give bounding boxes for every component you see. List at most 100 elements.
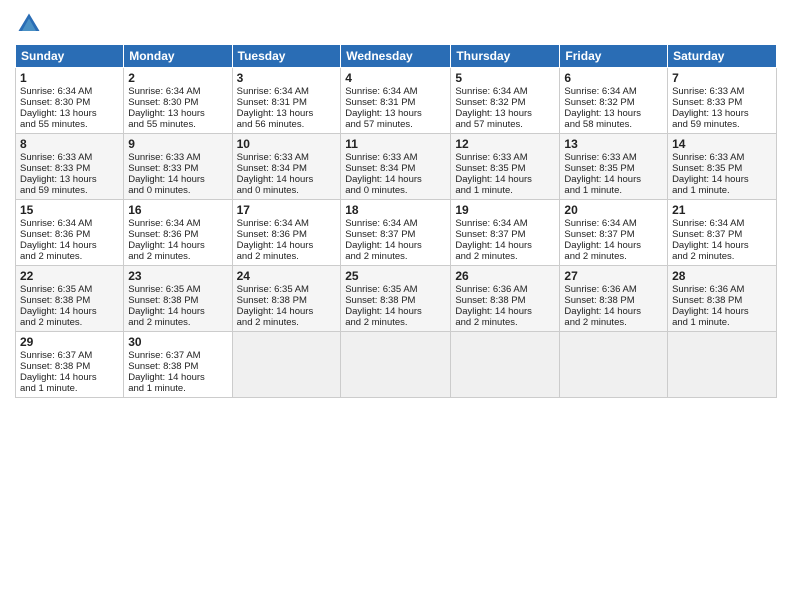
day-info-line: Sunrise: 6:34 AM <box>237 86 337 97</box>
day-info-line: Sunrise: 6:33 AM <box>564 152 663 163</box>
day-info-line: and 2 minutes. <box>672 251 772 262</box>
day-info-line: Sunset: 8:37 PM <box>345 229 446 240</box>
calendar-cell: 14Sunrise: 6:33 AMSunset: 8:35 PMDayligh… <box>668 134 777 200</box>
day-number: 24 <box>237 269 337 283</box>
calendar-cell: 16Sunrise: 6:34 AMSunset: 8:36 PMDayligh… <box>124 200 232 266</box>
day-info-line: Daylight: 13 hours <box>20 108 119 119</box>
week-row-2: 8Sunrise: 6:33 AMSunset: 8:33 PMDaylight… <box>16 134 777 200</box>
day-info-line: and 2 minutes. <box>237 251 337 262</box>
day-info-line: and 1 minute. <box>564 185 663 196</box>
calendar-cell: 10Sunrise: 6:33 AMSunset: 8:34 PMDayligh… <box>232 134 341 200</box>
day-number: 10 <box>237 137 337 151</box>
calendar: SundayMondayTuesdayWednesdayThursdayFrid… <box>15 44 777 398</box>
day-info-line: Sunrise: 6:36 AM <box>564 284 663 295</box>
day-info-line: Daylight: 14 hours <box>564 240 663 251</box>
weekday-header-monday: Monday <box>124 45 232 68</box>
day-info-line: Daylight: 14 hours <box>237 306 337 317</box>
day-info-line: and 2 minutes. <box>345 251 446 262</box>
day-info-line: Sunrise: 6:33 AM <box>128 152 227 163</box>
day-info-line: Sunrise: 6:35 AM <box>237 284 337 295</box>
day-info-line: and 0 minutes. <box>128 185 227 196</box>
calendar-cell: 2Sunrise: 6:34 AMSunset: 8:30 PMDaylight… <box>124 68 232 134</box>
day-info-line: and 2 minutes. <box>20 317 119 328</box>
day-number: 3 <box>237 71 337 85</box>
day-number: 7 <box>672 71 772 85</box>
weekday-header-wednesday: Wednesday <box>341 45 451 68</box>
day-info-line: Sunrise: 6:33 AM <box>455 152 555 163</box>
calendar-cell: 24Sunrise: 6:35 AMSunset: 8:38 PMDayligh… <box>232 266 341 332</box>
day-info-line: Sunset: 8:38 PM <box>20 295 119 306</box>
day-info-line: and 2 minutes. <box>128 251 227 262</box>
day-info-line: Sunset: 8:34 PM <box>237 163 337 174</box>
calendar-cell: 21Sunrise: 6:34 AMSunset: 8:37 PMDayligh… <box>668 200 777 266</box>
day-info-line: Sunset: 8:38 PM <box>564 295 663 306</box>
day-info-line: Sunset: 8:33 PM <box>672 97 772 108</box>
day-info-line: Daylight: 14 hours <box>128 240 227 251</box>
week-row-5: 29Sunrise: 6:37 AMSunset: 8:38 PMDayligh… <box>16 332 777 398</box>
day-info-line: Sunset: 8:32 PM <box>455 97 555 108</box>
calendar-cell: 4Sunrise: 6:34 AMSunset: 8:31 PMDaylight… <box>341 68 451 134</box>
day-number: 2 <box>128 71 227 85</box>
day-info-line: Sunset: 8:36 PM <box>20 229 119 240</box>
day-info-line: Sunrise: 6:34 AM <box>345 218 446 229</box>
calendar-cell: 11Sunrise: 6:33 AMSunset: 8:34 PMDayligh… <box>341 134 451 200</box>
day-info-line: Daylight: 13 hours <box>237 108 337 119</box>
day-info-line: Sunrise: 6:34 AM <box>237 218 337 229</box>
day-info-line: and 57 minutes. <box>455 119 555 130</box>
day-number: 26 <box>455 269 555 283</box>
day-info-line: Daylight: 13 hours <box>564 108 663 119</box>
day-info-line: Sunset: 8:32 PM <box>564 97 663 108</box>
day-info-line: Daylight: 14 hours <box>455 240 555 251</box>
calendar-cell: 28Sunrise: 6:36 AMSunset: 8:38 PMDayligh… <box>668 266 777 332</box>
day-info-line: Sunset: 8:35 PM <box>672 163 772 174</box>
day-info-line: and 56 minutes. <box>237 119 337 130</box>
weekday-header-sunday: Sunday <box>16 45 124 68</box>
day-info-line: Daylight: 14 hours <box>564 174 663 185</box>
logo <box>15 10 45 38</box>
day-info-line: and 2 minutes. <box>564 251 663 262</box>
day-info-line: Sunset: 8:37 PM <box>672 229 772 240</box>
day-number: 22 <box>20 269 119 283</box>
day-info-line: and 1 minute. <box>20 383 119 394</box>
day-info-line: Daylight: 13 hours <box>345 108 446 119</box>
calendar-cell: 30Sunrise: 6:37 AMSunset: 8:38 PMDayligh… <box>124 332 232 398</box>
day-info-line: Daylight: 14 hours <box>345 174 446 185</box>
day-info-line: and 58 minutes. <box>564 119 663 130</box>
calendar-cell: 15Sunrise: 6:34 AMSunset: 8:36 PMDayligh… <box>16 200 124 266</box>
calendar-cell: 3Sunrise: 6:34 AMSunset: 8:31 PMDaylight… <box>232 68 341 134</box>
day-info-line: Sunrise: 6:35 AM <box>20 284 119 295</box>
calendar-cell: 6Sunrise: 6:34 AMSunset: 8:32 PMDaylight… <box>560 68 668 134</box>
day-info-line: Sunrise: 6:33 AM <box>672 152 772 163</box>
calendar-cell: 22Sunrise: 6:35 AMSunset: 8:38 PMDayligh… <box>16 266 124 332</box>
logo-icon <box>15 10 43 38</box>
day-info-line: Sunset: 8:38 PM <box>20 361 119 372</box>
day-info-line: Sunset: 8:38 PM <box>345 295 446 306</box>
day-number: 28 <box>672 269 772 283</box>
calendar-cell: 19Sunrise: 6:34 AMSunset: 8:37 PMDayligh… <box>451 200 560 266</box>
day-number: 30 <box>128 335 227 349</box>
day-info-line: Daylight: 14 hours <box>128 372 227 383</box>
day-info-line: Daylight: 14 hours <box>20 240 119 251</box>
day-number: 12 <box>455 137 555 151</box>
day-info-line: Sunrise: 6:34 AM <box>20 218 119 229</box>
day-info-line: and 2 minutes. <box>20 251 119 262</box>
weekday-header-friday: Friday <box>560 45 668 68</box>
day-info-line: Sunset: 8:34 PM <box>345 163 446 174</box>
day-info-line: and 2 minutes. <box>237 317 337 328</box>
day-info-line: Sunset: 8:36 PM <box>237 229 337 240</box>
day-info-line: Sunrise: 6:34 AM <box>564 86 663 97</box>
day-info-line: Daylight: 14 hours <box>345 240 446 251</box>
day-info-line: Sunrise: 6:34 AM <box>455 86 555 97</box>
day-info-line: and 2 minutes. <box>455 317 555 328</box>
day-info-line: Sunrise: 6:34 AM <box>128 86 227 97</box>
calendar-cell: 23Sunrise: 6:35 AMSunset: 8:38 PMDayligh… <box>124 266 232 332</box>
calendar-cell: 17Sunrise: 6:34 AMSunset: 8:36 PMDayligh… <box>232 200 341 266</box>
day-info-line: Daylight: 14 hours <box>672 306 772 317</box>
day-info-line: Daylight: 14 hours <box>128 306 227 317</box>
day-info-line: and 0 minutes. <box>237 185 337 196</box>
day-info-line: Daylight: 14 hours <box>20 372 119 383</box>
day-info-line: and 55 minutes. <box>20 119 119 130</box>
day-info-line: Sunrise: 6:33 AM <box>345 152 446 163</box>
day-info-line: Daylight: 13 hours <box>455 108 555 119</box>
day-info-line: and 2 minutes. <box>455 251 555 262</box>
